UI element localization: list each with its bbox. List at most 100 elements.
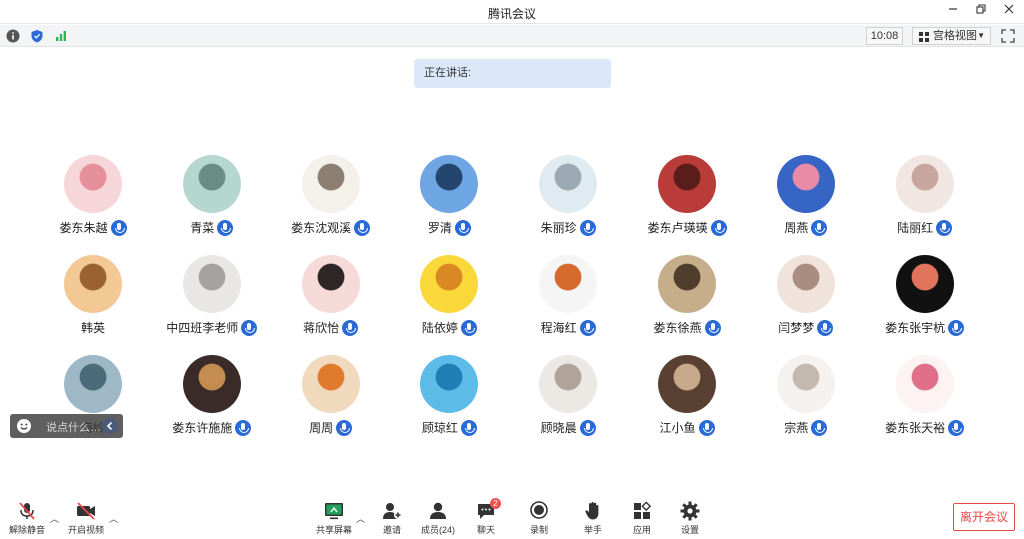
leave-meeting-button[interactable]: 离开会议 [953,503,1015,531]
audio-options-caret[interactable]: ︿ [50,512,59,525]
participant-name: 韩英 [80,321,105,335]
participant-name: 娄东沈观溪 [291,221,352,235]
mic-status-icon [817,319,834,336]
unmute-label: 解除静音 [8,525,45,535]
mic-status-icon [241,319,258,336]
share-screen-button[interactable]: 共享屏幕 [311,500,357,538]
participant-name-row: 朱丽珍 [509,219,627,236]
view-switch-dropdown[interactable]: 宫格视图 ▼ [912,27,991,45]
participant-name: 娄东张天裕 [885,421,946,435]
participant-name: 娄东朱越 [59,221,108,235]
participant-tile[interactable]: 周周 [272,355,390,445]
participant-name: 娄东张宇杭 [885,321,946,335]
apps-label: 应用 [632,525,651,535]
participant-tile[interactable]: 娄东张天裕 [866,355,984,445]
avatar [776,255,835,313]
members-button[interactable]: 成员(24) [415,500,461,538]
start-video-label: 开启视频 [67,525,104,535]
avatar [895,155,954,213]
mic-status-icon [217,219,234,236]
avatar [776,155,835,213]
caret-down-icon: ▼ [977,31,985,40]
settings-button[interactable]: 设置 [667,500,713,538]
record-button[interactable]: 录制 [516,500,562,538]
participant-name: 青菜 [190,221,215,235]
close-icon [1004,4,1014,14]
minimize-button[interactable] [946,3,960,19]
participant-tile[interactable]: 娄东徐燕 [628,255,746,345]
participant-tile[interactable]: 闫梦梦 [747,255,865,345]
info-icon[interactable] [6,29,20,43]
start-video-button[interactable]: 开启视频 [63,500,109,538]
record-label: 录制 [529,525,548,535]
mic-status-icon [454,219,471,236]
meeting-time: 10:08 [866,27,903,45]
chat-button[interactable]: 2 聊天 [463,498,509,538]
unmute-button[interactable]: 解除静音 [4,500,50,538]
camera-off-icon [77,502,95,520]
participant-tile[interactable]: 娄东朱越 [34,155,152,245]
view-label: 宫格视图 [933,30,977,42]
participant-tile[interactable]: 娄东卢瑛瑛 [628,155,746,245]
participant-tile[interactable]: 江小鱼 [628,355,746,445]
participant-name-row: 周周 [272,419,390,436]
collapse-chat-button[interactable] [102,418,118,434]
emoji-icon[interactable] [16,418,32,434]
share-options-caret[interactable]: ︿ [356,512,365,525]
mic-status-icon [579,319,596,336]
participant-name: 陆丽红 [897,221,934,235]
participant-name-row: 陆丽红 [866,219,984,236]
participant-tile[interactable]: 娄东许施施 [153,355,271,445]
participant-name-row: 娄东徐燕 [628,319,746,336]
mic-status-icon [460,319,477,336]
invite-label: 邀请 [382,525,401,535]
window-controls [946,3,1016,19]
participant-tile[interactable]: 中四班李老师 [153,255,271,345]
participant-tile[interactable]: 韩英 [34,255,152,345]
restore-icon [976,4,986,14]
participant-name: 江小鱼 [659,421,696,435]
participant-name: 罗清 [427,221,452,235]
quick-chat-input[interactable]: 说点什么… [10,414,123,438]
participant-name-row: 程海红 [509,319,627,336]
raise-hand-button[interactable]: 举手 [570,500,616,538]
participant-name-row: 娄东张天裕 [866,419,984,436]
mic-status-icon [710,219,727,236]
avatar [539,155,598,213]
video-options-caret[interactable]: ︿ [109,512,118,525]
participant-tile[interactable]: 程海红 [509,255,627,345]
mic-status-icon [948,419,965,436]
apps-button[interactable]: 应用 [619,500,665,538]
mic-status-icon [354,219,371,236]
close-button[interactable] [1002,3,1016,19]
participant-tile[interactable]: 罗清 [390,155,508,245]
mic-status-icon [110,219,127,236]
participant-name-row: 闫梦梦 [747,319,865,336]
participant-tile[interactable]: 顾琼红 [390,355,508,445]
participant-tile[interactable]: 宗燕 [747,355,865,445]
signal-icon[interactable] [54,29,68,43]
participant-tile[interactable]: 朱丽珍 [509,155,627,245]
restore-button[interactable] [974,3,988,19]
participant-tile[interactable]: 周燕 [747,155,865,245]
speaking-indicator: 正在讲话: [414,59,611,88]
participant-tile[interactable]: 陆丽红 [866,155,984,245]
participant-tile[interactable]: 青菜 [153,155,271,245]
avatar [301,155,360,213]
participant-tile[interactable]: 娄东张宇杭 [866,255,984,345]
chat-placeholder: 说点什么… [46,422,101,434]
mic-status-icon [235,419,252,436]
participant-name-row: 娄东卢瑛瑛 [628,219,746,236]
invite-button[interactable]: 邀请 [369,500,415,538]
participant-tile[interactable]: 娄东沈观溪 [272,155,390,245]
participant-name: 蒋欣怡 [303,321,340,335]
participant-tile[interactable]: 蒋欣怡 [272,255,390,345]
fullscreen-icon[interactable] [1001,29,1015,43]
grid-icon [919,32,929,42]
shield-icon[interactable] [30,29,44,43]
participant-tile[interactable]: 陆依婷 [390,255,508,345]
participant-name: 周周 [309,421,334,435]
settings-label: 设置 [680,525,699,535]
participant-name: 程海红 [540,321,577,335]
participant-tile[interactable]: 顾晓晨 [509,355,627,445]
